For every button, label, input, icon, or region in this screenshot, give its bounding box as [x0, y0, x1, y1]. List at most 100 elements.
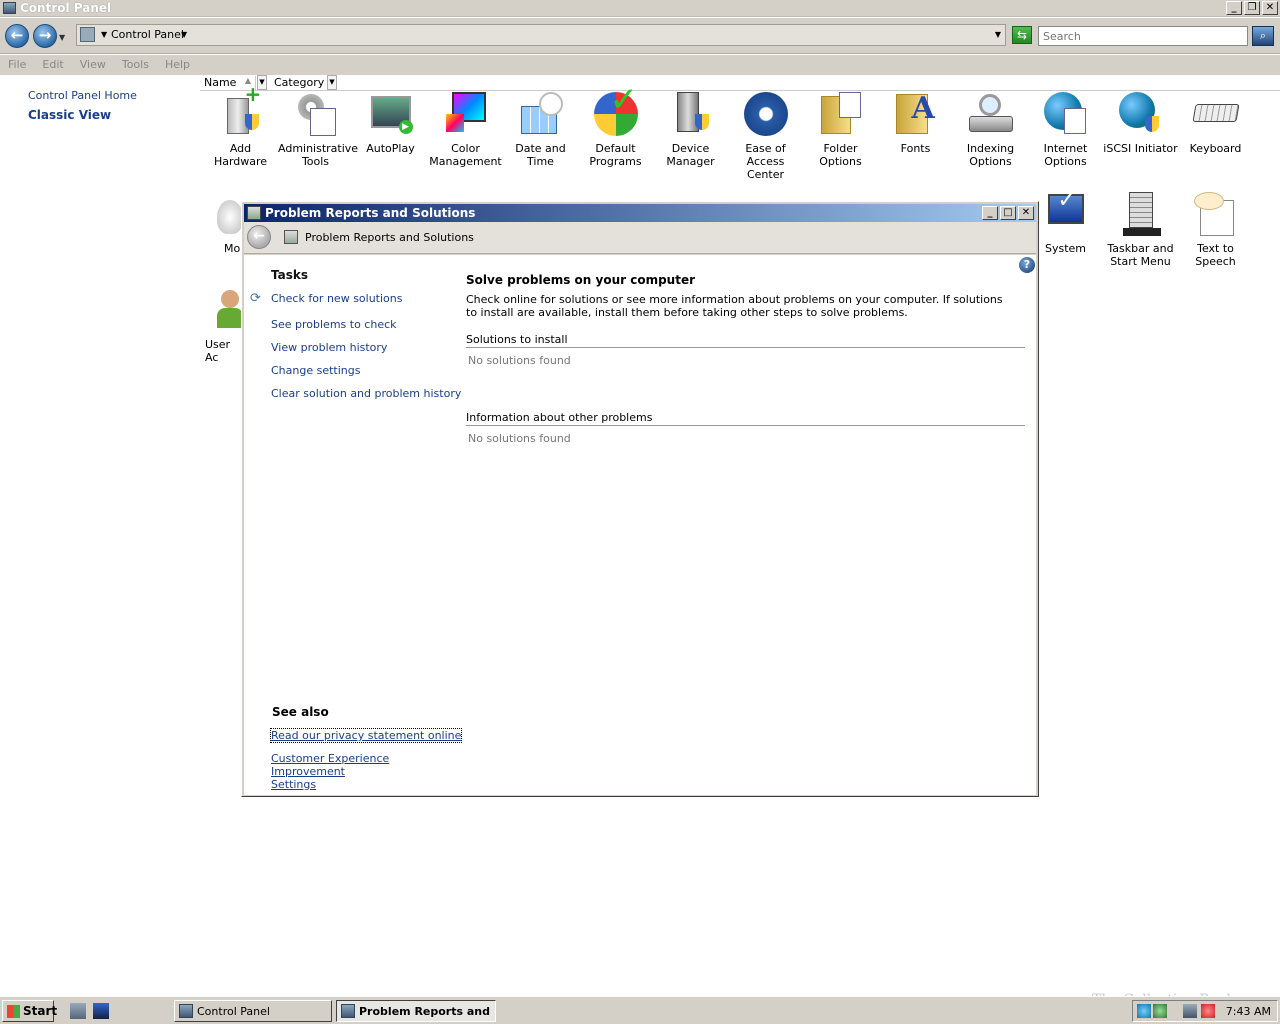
task-view-problem-history[interactable]: View problem history [271, 341, 387, 354]
item-label: Mo [224, 242, 241, 255]
forward-button[interactable]: → [33, 24, 57, 48]
menu-bar: File Edit View Tools Help [0, 55, 1280, 75]
privacy-statement-link[interactable]: Read our privacy statement online [269, 728, 463, 743]
recent-pages-dropdown[interactable]: ▼ [59, 33, 65, 42]
text-to-speech-icon [1193, 192, 1238, 236]
server-manager-icon[interactable] [70, 1003, 86, 1019]
item-mouse[interactable]: Mo [203, 192, 243, 255]
item-label: Fonts [900, 142, 931, 155]
windows-logo-icon [7, 1005, 20, 1018]
item-folder-options[interactable]: Folder Options [803, 92, 878, 168]
item-label: System [1044, 242, 1087, 255]
menu-view[interactable]: View [72, 55, 114, 75]
menu-file[interactable]: File [0, 55, 34, 75]
item-ease-of-access[interactable]: Ease of Access Center [728, 92, 803, 181]
item-default-programs[interactable]: ✓ Default Programs [578, 83, 653, 168]
dialog-title: Problem Reports and Solutions [265, 206, 476, 220]
close-button[interactable]: ✕ [1018, 206, 1034, 220]
item-label: Keyboard [1189, 142, 1242, 155]
breadcrumb: Problem Reports and Solutions [305, 231, 474, 244]
refresh-button[interactable]: ⇆ [1012, 26, 1032, 44]
main-description: Check online for solutions or see more i… [466, 293, 1003, 319]
item-fonts[interactable]: A Fonts [878, 92, 953, 155]
see-also-heading: See also [272, 705, 329, 719]
item-label: Ease of Access Center [745, 142, 786, 181]
item-add-hardware[interactable]: + Add Hardware [203, 84, 278, 168]
search-button[interactable]: ⌕ [1252, 26, 1274, 46]
classic-view-link[interactable]: Classic View [28, 108, 111, 122]
show-desktop-icon[interactable] [93, 1003, 109, 1019]
item-color-management[interactable]: Color Management [428, 92, 503, 168]
menu-help[interactable]: Help [157, 55, 198, 75]
item-autoplay[interactable]: ▶ AutoPlay [353, 92, 428, 155]
mouse-icon [217, 192, 243, 236]
problem-reports-icon [247, 206, 261, 220]
minimize-button[interactable]: _ [982, 206, 998, 220]
item-indexing-options[interactable]: Indexing Options [953, 92, 1028, 168]
item-administrative-tools[interactable]: Administrative Tools [278, 92, 358, 168]
problem-reports-window: Problem Reports and Solutions _ □ ✕ ← Pr… [241, 201, 1039, 797]
search-input[interactable] [1038, 26, 1248, 46]
monitor-icon[interactable] [1183, 1004, 1197, 1018]
item-label: Folder Options [819, 142, 862, 168]
main-heading: Solve problems on your computer [466, 273, 696, 287]
address-box[interactable]: ▼ Control Panel ▼ ▼ [76, 24, 1006, 46]
item-date-and-time[interactable]: Date and Time [503, 92, 578, 168]
chevron-down-icon[interactable]: ▼ [181, 30, 187, 39]
address-history-dropdown[interactable]: ▼ [995, 30, 1001, 39]
item-iscsi-initiator[interactable]: iSCSI Initiator [1103, 92, 1178, 155]
window-title: Control Panel [20, 1, 112, 15]
back-button[interactable]: ← [247, 225, 271, 249]
chevron-down-icon[interactable]: ▼ [101, 30, 107, 39]
item-label: Device Manager [666, 142, 715, 168]
folder-options-icon [819, 92, 863, 136]
menu-edit[interactable]: Edit [34, 55, 71, 75]
taskbar-control-panel[interactable]: Control Panel [174, 1000, 332, 1022]
item-system[interactable]: ✓ System [1028, 190, 1103, 256]
tasks-heading: Tasks [271, 268, 309, 282]
taskbar: Start Control Panel Problem Reports and … [0, 996, 1280, 1024]
autoplay-icon: ▶ [369, 92, 413, 136]
item-keyboard[interactable]: Keyboard [1178, 92, 1253, 155]
restore-button[interactable]: ❐ [1244, 1, 1260, 15]
minimize-button[interactable]: _ [1226, 1, 1242, 15]
task-check-new-solutions[interactable]: Check for new solutions [271, 292, 402, 305]
problem-reports-icon [284, 230, 298, 244]
breadcrumb[interactable]: Control Panel [111, 28, 184, 41]
taskbar-start-menu-icon [1119, 192, 1163, 236]
volume-muted-icon[interactable] [1201, 1004, 1215, 1018]
item-label: Internet Options [1043, 142, 1088, 168]
control-panel-home-link[interactable]: Control Panel Home [28, 89, 137, 102]
problem-reports-icon [341, 1004, 355, 1018]
column-category-dropdown[interactable]: ▼ [327, 75, 337, 90]
network-icon[interactable] [1137, 1004, 1151, 1018]
clock[interactable]: 7:43 AM [1226, 1005, 1271, 1018]
taskbar-problem-reports[interactable]: Problem Reports and ... [336, 1000, 496, 1022]
task-clear-history[interactable]: Clear solution and problem history [271, 387, 461, 400]
back-button[interactable]: ← [5, 24, 29, 48]
item-label: Taskbar and Start Menu [1107, 242, 1174, 268]
item-device-manager[interactable]: Device Manager [653, 92, 728, 168]
start-button[interactable]: Start [2, 1000, 57, 1022]
item-user-accounts[interactable]: User Ac [203, 288, 243, 364]
item-label: AutoPlay [366, 142, 415, 155]
section-value: No solutions found [468, 432, 571, 445]
close-button[interactable]: ✕ [1262, 1, 1278, 15]
help-icon[interactable]: ? [1019, 257, 1035, 273]
column-category[interactable]: Category [270, 76, 332, 91]
item-internet-options[interactable]: Internet Options [1028, 92, 1103, 168]
item-taskbar-start-menu[interactable]: Taskbar and Start Menu [1103, 192, 1178, 268]
maximize-button[interactable]: □ [1000, 206, 1016, 220]
keyboard-icon [1191, 92, 1240, 136]
control-panel-icon [179, 1004, 193, 1018]
item-text-to-speech[interactable]: Text to Speech [1178, 192, 1253, 268]
menu-tools[interactable]: Tools [114, 55, 157, 75]
ceip-settings-link[interactable]: Customer Experience Improvement Settings [271, 752, 391, 791]
indexing-options-icon [968, 92, 1013, 136]
item-label: Add Hardware [213, 142, 268, 168]
task-change-settings[interactable]: Change settings [271, 364, 360, 377]
update-icon[interactable] [1153, 1004, 1167, 1018]
check-solutions-icon: ⟳ [250, 291, 261, 306]
task-see-problems-to-check[interactable]: See problems to check [271, 318, 397, 331]
add-hardware-icon: + [219, 84, 263, 136]
